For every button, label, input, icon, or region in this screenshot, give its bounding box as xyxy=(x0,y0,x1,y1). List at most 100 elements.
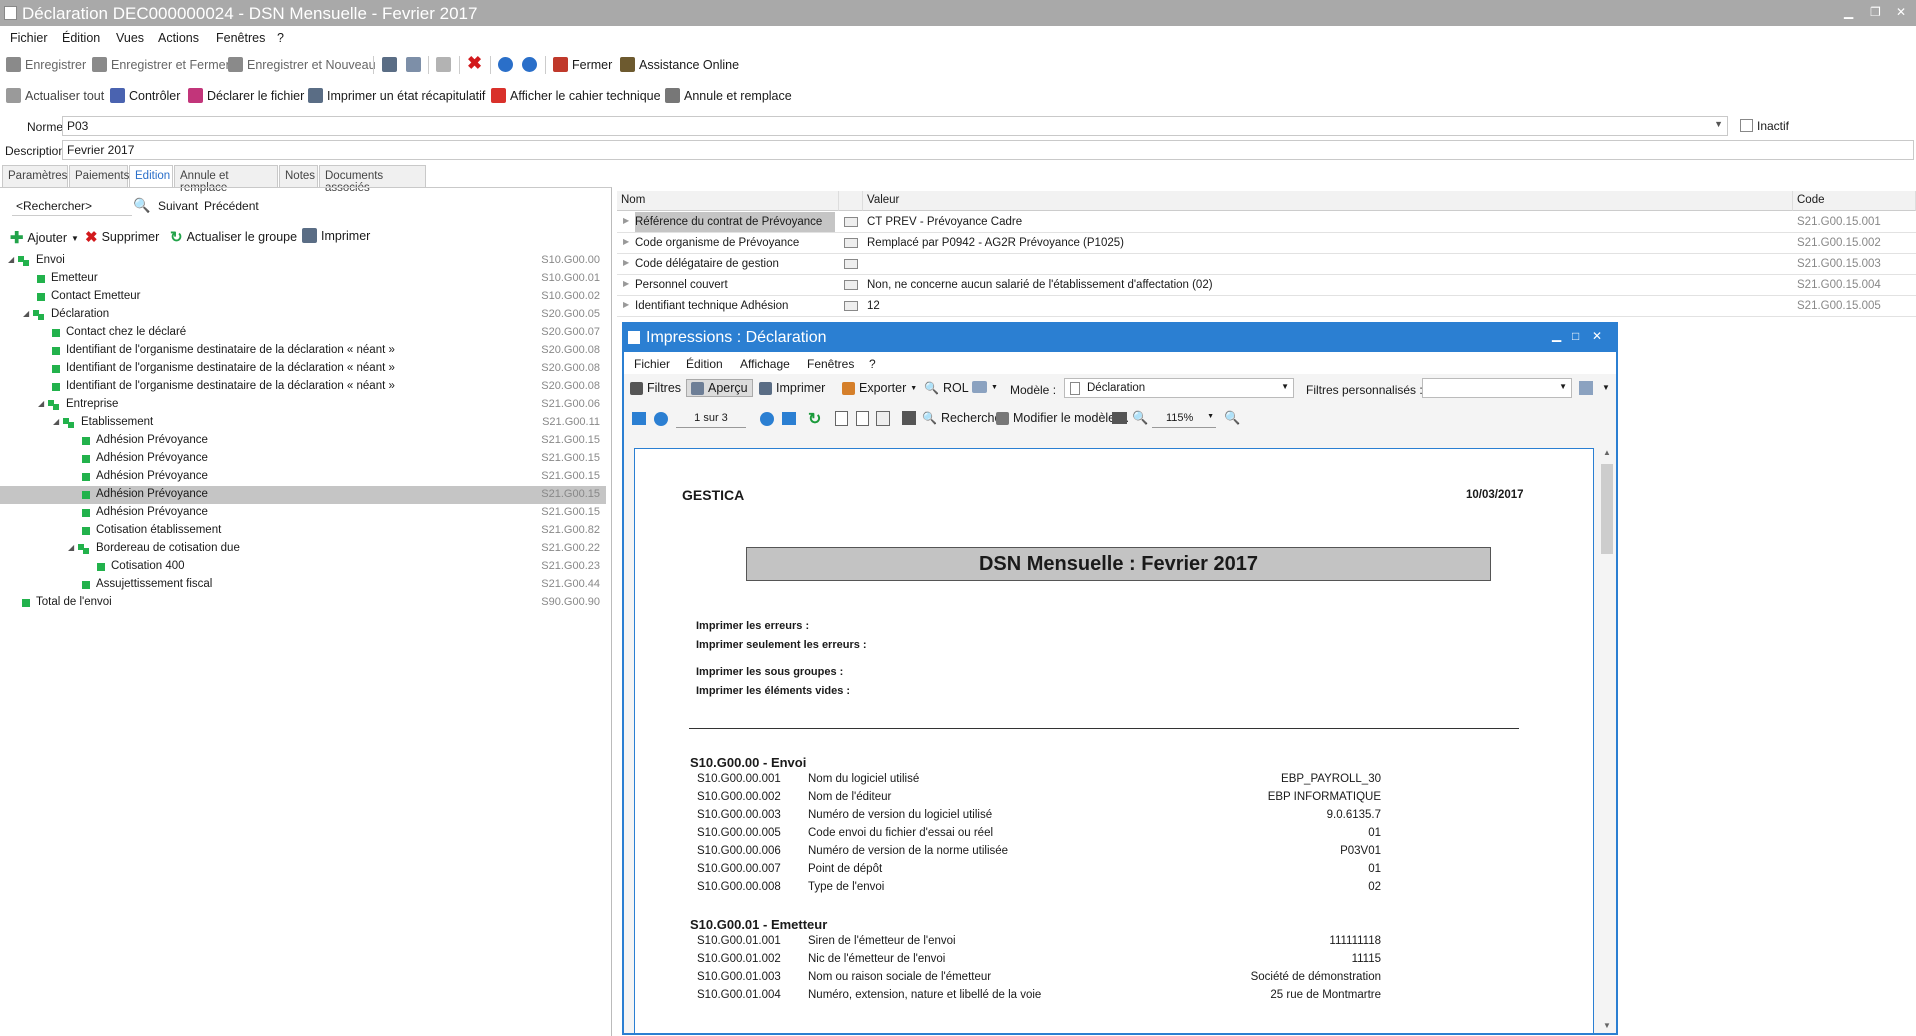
tree-node[interactable]: Assujettissement fiscal S21.G00.44 xyxy=(0,576,606,594)
next-search-link[interactable]: Suivant xyxy=(158,199,198,213)
norme-select[interactable]: P03 ▼ xyxy=(62,116,1728,136)
grid-row[interactable]: ▶ Code délégataire de gestion S21.G00.15.0… xyxy=(617,254,1916,275)
copy-icon[interactable] xyxy=(436,57,451,72)
grid-cell-valeur[interactable]: CT PREV - Prévoyance Cadre xyxy=(867,216,1022,228)
last-page-icon[interactable] xyxy=(782,412,796,425)
close-button[interactable]: Fermer xyxy=(553,57,612,72)
dialog-menu-fichier[interactable]: Fichier xyxy=(634,357,670,371)
tree-node[interactable]: Adhésion Prévoyance S21.G00.15 xyxy=(0,504,606,522)
tree-node[interactable]: Adhésion Prévoyance S21.G00.15 xyxy=(0,468,606,486)
multi-page-icon[interactable] xyxy=(876,411,890,426)
search-icon[interactable]: 🔍 xyxy=(133,197,150,214)
refresh-group-button[interactable]: ↻ Actualiser le groupe xyxy=(170,228,297,246)
save-new-button[interactable]: Enregistrer et Nouveau xyxy=(228,57,376,72)
tree-node[interactable]: ◢ Bordereau de cotisation due S21.G00.22 xyxy=(0,540,606,558)
menu-edition[interactable]: Édition xyxy=(62,31,100,45)
preview-scrollbar[interactable]: ▲ ▼ xyxy=(1600,448,1614,1032)
zoom-select[interactable]: 115% ▼ xyxy=(1152,409,1216,428)
close-icon[interactable]: ✕ xyxy=(1592,329,1602,343)
tree-node[interactable]: Contact chez le déclaré S20.G00.07 xyxy=(0,324,606,342)
tree-node[interactable]: Adhésion Prévoyance S21.G00.15 xyxy=(0,432,606,450)
scroll-thumb[interactable] xyxy=(1601,464,1613,554)
first-page-icon[interactable] xyxy=(632,412,646,425)
expand-icon[interactable]: ◢ xyxy=(23,309,29,318)
tree-node[interactable]: ◢ Déclaration S20.G00.05 xyxy=(0,306,606,324)
grid-cell-valeur[interactable]: Non, ne concerne aucun salarié de l'étab… xyxy=(867,279,1213,291)
tree-node[interactable]: Identifiant de l'organisme destinataire … xyxy=(0,342,606,360)
add-button[interactable]: ✚ Ajouter ▼ xyxy=(10,228,79,248)
export-button[interactable]: Exporter ▼ xyxy=(842,381,917,395)
preview-button[interactable]: Aperçu xyxy=(686,379,753,397)
restore-icon[interactable]: ❐ xyxy=(1870,5,1881,19)
tree-view-icon[interactable] xyxy=(902,411,916,425)
tree-node[interactable]: Adhésion Prévoyance S21.G00.15 xyxy=(0,450,606,468)
page-indicator[interactable]: 1 sur 3 xyxy=(676,409,746,428)
model-select[interactable]: Déclaration ▼ xyxy=(1064,378,1294,398)
search-button[interactable]: 🔍 Rechercher xyxy=(922,411,1006,425)
camera-icon[interactable] xyxy=(1112,412,1127,424)
tree-node[interactable]: ◢ Entreprise S21.G00.06 xyxy=(0,396,606,414)
expand-icon[interactable]: ◢ xyxy=(68,543,74,552)
zoom-out-icon[interactable]: 🔍 xyxy=(1132,410,1148,426)
tab-notes[interactable]: Notes xyxy=(279,165,318,187)
menu-actions[interactable]: Actions xyxy=(158,31,199,45)
dialog-menu-help[interactable]: ? xyxy=(869,357,876,371)
menu-vues[interactable]: Vues xyxy=(116,31,144,45)
grid-row[interactable]: ▶ Personnel couvert Non, ne concerne aucun… xyxy=(617,275,1916,296)
page-setup-icon[interactable] xyxy=(835,411,848,426)
filters-button[interactable]: Filtres xyxy=(630,381,681,395)
save-close-button[interactable]: Enregistrer et Fermer xyxy=(92,57,230,72)
column-header-valeur[interactable]: Valeur xyxy=(863,191,1793,211)
tree-node[interactable]: ◢ Envoi S10.G00.00 xyxy=(0,252,606,270)
assistance-online-button[interactable]: Assistance Online xyxy=(620,57,739,72)
grid-row[interactable]: ▶ Référence du contrat de Prévoyance CT PR… xyxy=(617,212,1916,233)
print-preview-icon[interactable] xyxy=(406,57,421,72)
table-settings-icon[interactable] xyxy=(1579,381,1593,395)
dialog-print-button[interactable]: Imprimer xyxy=(759,381,825,395)
inactif-checkbox[interactable] xyxy=(1740,119,1753,132)
show-spec-button[interactable]: Afficher le cahier technique xyxy=(491,88,661,103)
grid-row[interactable]: ▶ Identifiant technique Adhésion 12 S21.G00… xyxy=(617,296,1916,317)
menu-help[interactable]: ? xyxy=(277,31,284,45)
tree-node[interactable]: Adhésion Prévoyance S21.G00.15 xyxy=(0,486,606,504)
description-field[interactable]: Fevrier 2017 xyxy=(62,140,1914,160)
close-icon[interactable]: ✕ xyxy=(1896,5,1906,19)
expand-icon[interactable]: ◢ xyxy=(38,399,44,408)
minimize-icon[interactable]: ▁ xyxy=(1552,328,1561,342)
refresh-icon[interactable]: ↻ xyxy=(808,409,821,429)
send-button[interactable]: ▼ xyxy=(972,381,998,393)
tree-node[interactable]: Total de l'envoi S90.G00.90 xyxy=(0,594,606,612)
prev-search-link[interactable]: Précédent xyxy=(204,199,259,213)
print-icon[interactable] xyxy=(382,57,397,72)
previous-page-icon[interactable] xyxy=(654,412,668,426)
dialog-menu-fenetres[interactable]: Fenêtres xyxy=(807,357,854,371)
tree-node[interactable]: ◢ Etablissement S21.G00.11 xyxy=(0,414,606,432)
maximize-icon[interactable]: □ xyxy=(1572,329,1579,343)
declare-file-button[interactable]: Déclarer le fichier xyxy=(188,88,304,103)
dialog-menu-edition[interactable]: Édition xyxy=(686,357,723,371)
grid-cell-valeur[interactable]: Remplacé par P0942 - AG2R Prévoyance (P1… xyxy=(867,237,1124,249)
tree-node[interactable]: Identifiant de l'organisme destinataire … xyxy=(0,378,606,396)
tree-node[interactable]: Cotisation 400 S21.G00.23 xyxy=(0,558,606,576)
scroll-up-icon[interactable]: ▲ xyxy=(1603,448,1611,457)
tree-node[interactable]: Cotisation établissement S21.G00.82 xyxy=(0,522,606,540)
expand-icon[interactable]: ◢ xyxy=(8,255,14,264)
minimize-icon[interactable]: ▁ xyxy=(1844,5,1853,19)
rol-button[interactable]: 🔍 ROL xyxy=(924,381,969,395)
delete-button[interactable]: ✖ Supprimer xyxy=(85,228,159,246)
cancel-replace-button[interactable]: Annule et remplace xyxy=(665,88,792,103)
search-input[interactable]: <Rechercher> xyxy=(12,196,132,216)
tab-annule-remplace[interactable]: Annule et remplace xyxy=(174,165,278,194)
menu-fenetres[interactable]: Fenêtres xyxy=(216,31,265,45)
next-page-icon[interactable] xyxy=(760,412,774,426)
tab-documents[interactable]: Documents associés xyxy=(319,165,426,194)
edit-model-button[interactable]: Modifier le modèle ... xyxy=(996,411,1129,425)
tree-node[interactable]: Contact Emetteur S10.G00.02 xyxy=(0,288,606,306)
print-button[interactable]: Imprimer xyxy=(302,228,370,243)
grid-cell-valeur[interactable]: 12 xyxy=(867,300,880,312)
tree-node[interactable]: Emetteur S10.G00.01 xyxy=(0,270,606,288)
next-icon[interactable] xyxy=(522,57,537,72)
zoom-in-icon[interactable]: 🔍 xyxy=(1224,410,1240,426)
tab-edition[interactable]: Edition xyxy=(129,165,173,188)
previous-icon[interactable] xyxy=(498,57,513,72)
